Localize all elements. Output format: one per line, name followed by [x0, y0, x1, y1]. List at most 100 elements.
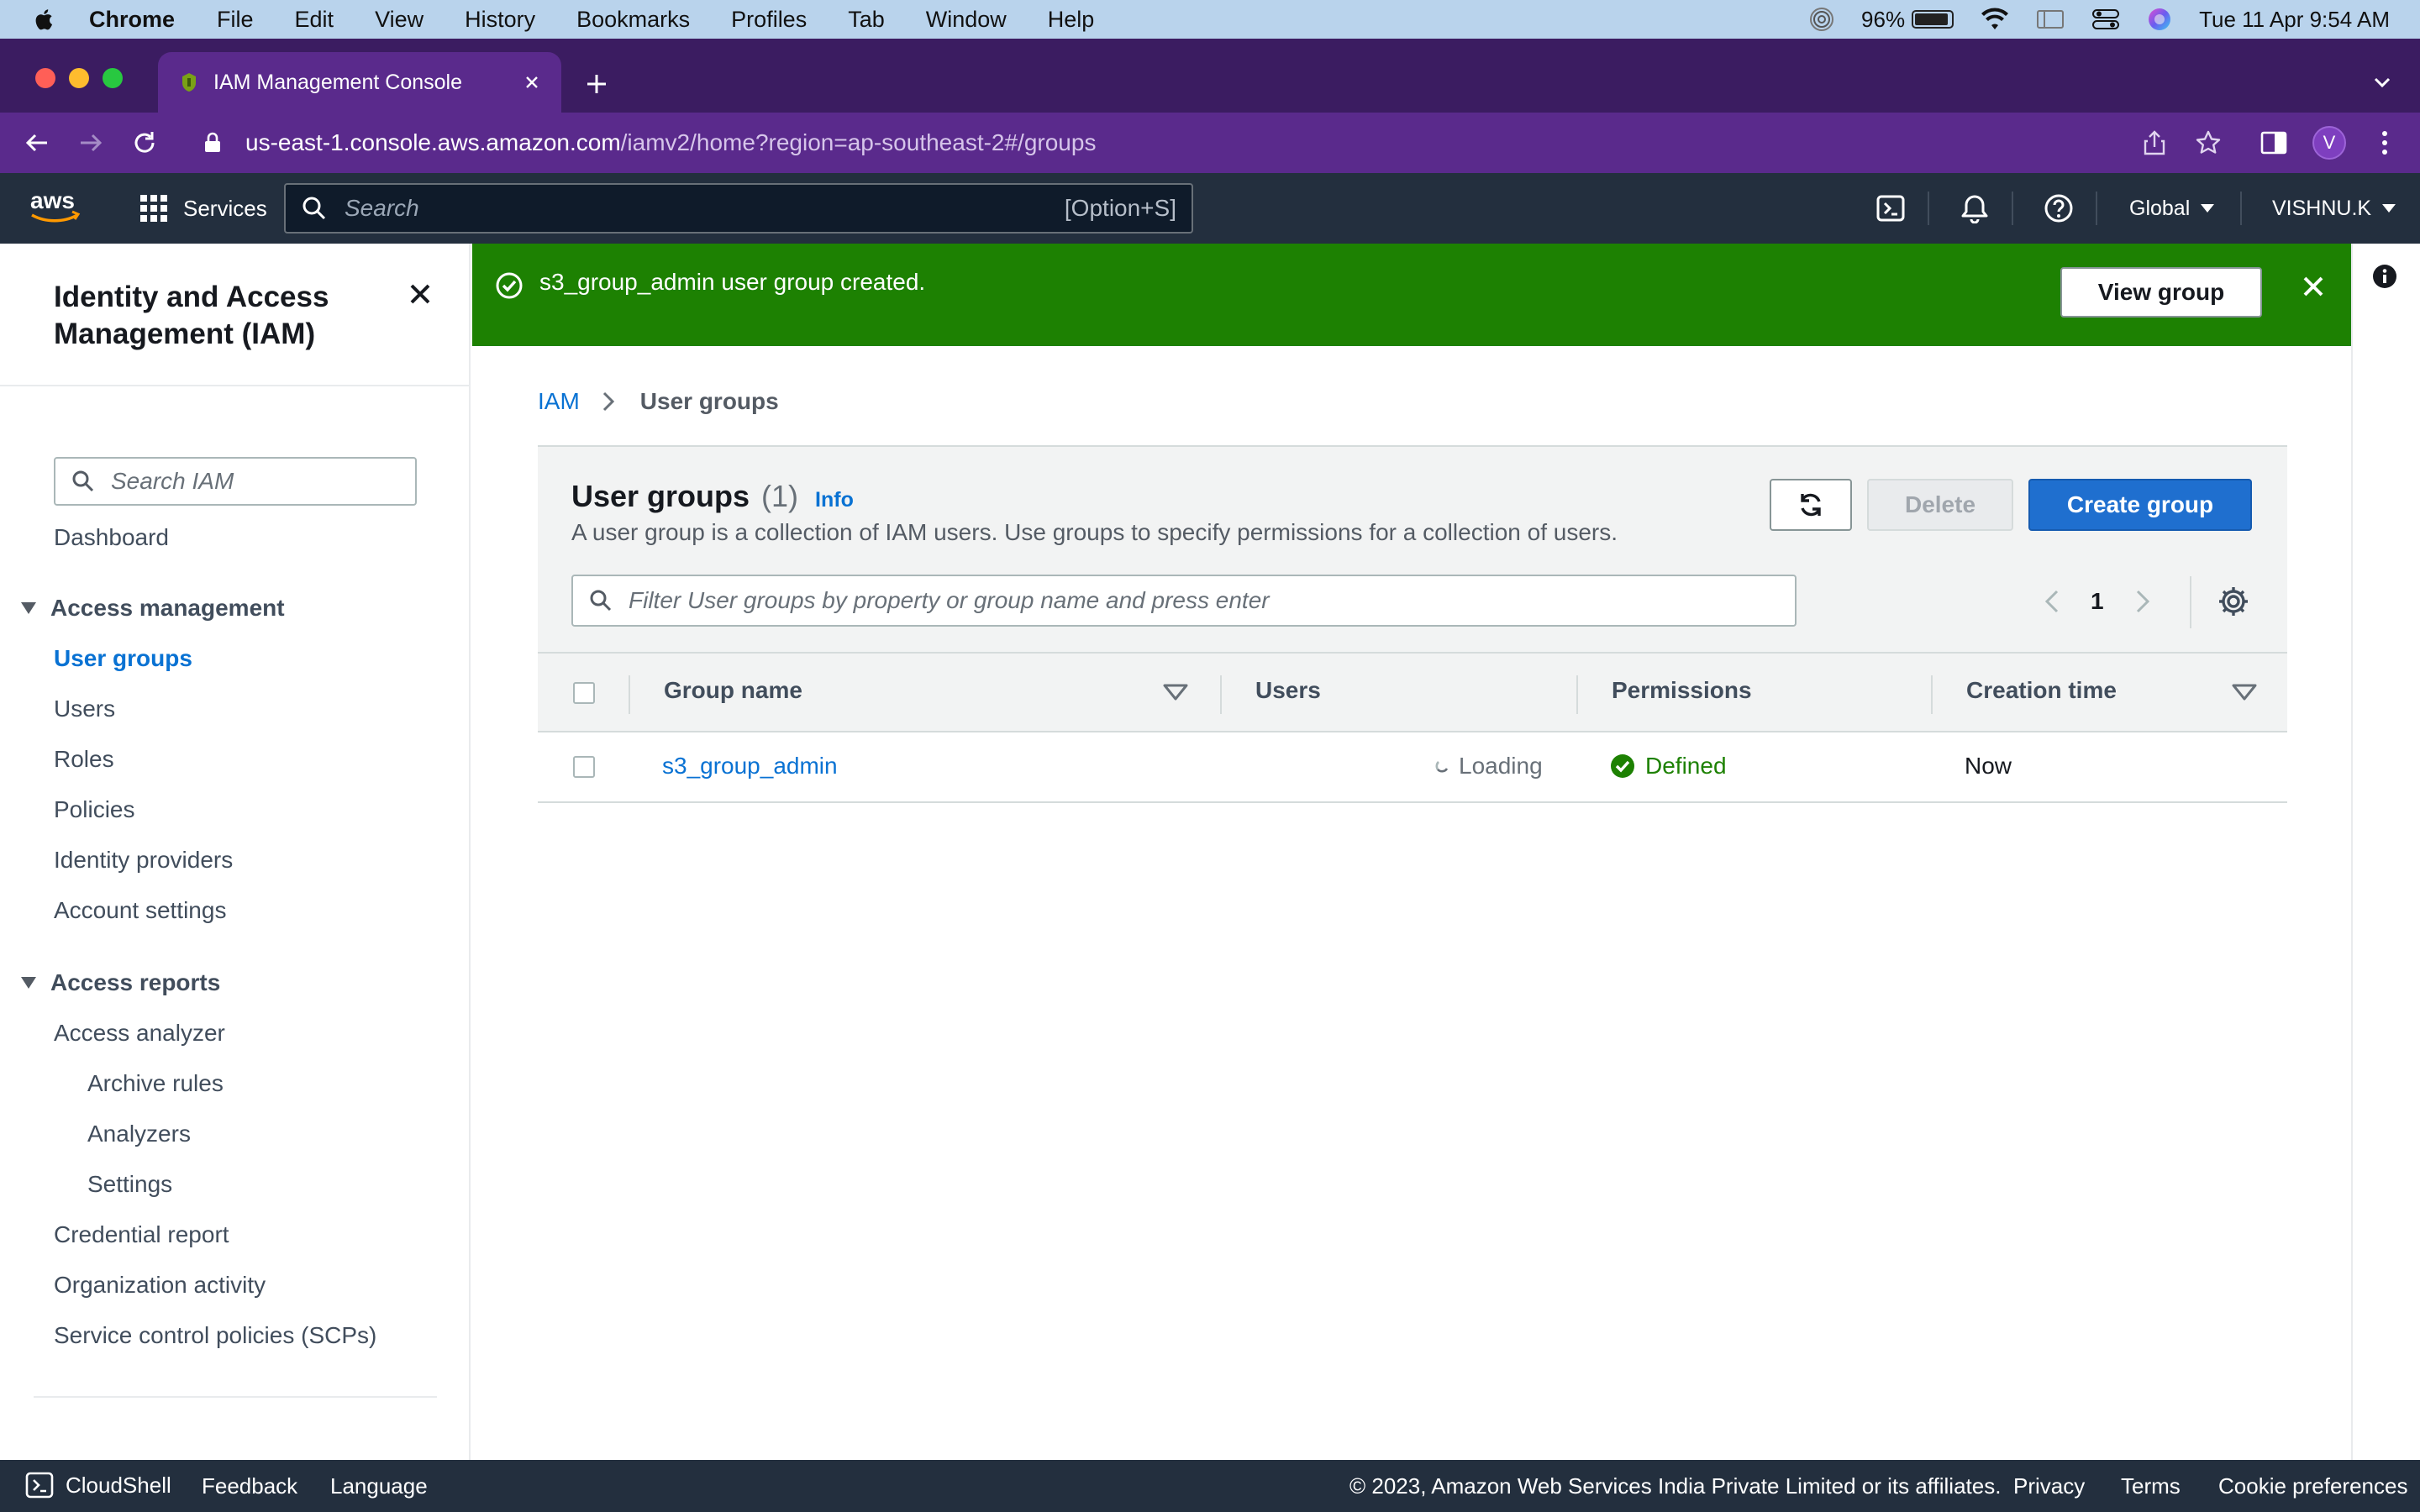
sidebar-item-analyzer-settings[interactable]: Settings: [87, 1171, 172, 1198]
notifications-bell-icon[interactable]: [1958, 192, 1991, 225]
back-button[interactable]: [22, 128, 52, 158]
apple-logo-icon[interactable]: [30, 5, 59, 34]
sidebar-item-dashboard[interactable]: Dashboard: [54, 524, 169, 551]
dismiss-icon[interactable]: [2301, 274, 2326, 299]
aws-favicon-icon: [180, 71, 198, 93]
sort-caret-icon[interactable]: [1163, 684, 1188, 701]
footer-terms[interactable]: Terms: [2121, 1473, 2181, 1499]
window-minimize-button[interactable]: [69, 68, 89, 88]
profile-avatar[interactable]: V: [2312, 126, 2346, 160]
menu-bookmarks[interactable]: Bookmarks: [576, 7, 690, 33]
sidebar-item-credential-report[interactable]: Credential report: [54, 1221, 229, 1248]
view-group-button[interactable]: View group: [2060, 267, 2262, 318]
tab-title: IAM Management Console: [213, 70, 462, 94]
region-selector[interactable]: Global: [2129, 192, 2215, 225]
battery-icon: [1912, 10, 1954, 29]
sidebar-item-user-groups[interactable]: User groups: [54, 645, 192, 672]
breadcrumb-iam[interactable]: IAM: [538, 388, 580, 415]
side-panel-icon[interactable]: [2259, 128, 2289, 158]
menu-help[interactable]: Help: [1048, 7, 1095, 33]
browser-tab-active[interactable]: IAM Management Console: [158, 52, 561, 113]
cloudshell-footer-button[interactable]: CloudShell: [25, 1471, 171, 1499]
menu-tab[interactable]: Tab: [848, 7, 885, 33]
column-header-permissions[interactable]: Permissions: [1612, 677, 1752, 704]
help-icon[interactable]: [2042, 192, 2075, 225]
sidebar-item-account-settings[interactable]: Account settings: [54, 897, 226, 924]
airdrop-icon[interactable]: [1809, 7, 1834, 32]
footer-feedback[interactable]: Feedback: [202, 1473, 297, 1499]
services-menu-button[interactable]: Services: [139, 190, 267, 227]
share-icon[interactable]: [2139, 128, 2170, 158]
sidebar-title[interactable]: Identity and Access Management (IAM): [54, 279, 390, 353]
sidebar-item-archive-rules[interactable]: Archive rules: [87, 1070, 224, 1097]
column-header-group-name[interactable]: Group name: [664, 677, 802, 704]
sidebar-item-access-analyzer[interactable]: Access analyzer: [54, 1020, 225, 1047]
users-loading-text: Loading: [1459, 753, 1543, 779]
permissions-status: Defined: [1645, 753, 1727, 779]
sidebar-item-analyzers[interactable]: Analyzers: [87, 1121, 191, 1147]
close-navigation-icon[interactable]: [407, 281, 434, 307]
bookmark-star-icon[interactable]: [2193, 128, 2223, 158]
url-text[interactable]: us-east-1.console.aws.amazon.com/iamv2/h…: [245, 129, 1096, 156]
select-all-checkbox[interactable]: [573, 682, 595, 704]
chevron-right-icon: [600, 390, 617, 413]
column-header-creation-time[interactable]: Creation time: [1966, 677, 2117, 704]
chevron-left-icon[interactable]: [2042, 587, 2062, 616]
current-page[interactable]: 1: [2091, 588, 2104, 615]
refresh-button[interactable]: [1770, 479, 1852, 531]
sidebar-item-scps[interactable]: Service control policies (SCPs): [54, 1322, 376, 1349]
sort-caret-icon[interactable]: [2232, 684, 2257, 701]
filter-groups-input[interactable]: Filter User groups by property or group …: [571, 575, 1797, 627]
row-checkbox[interactable]: [573, 756, 595, 778]
column-header-users[interactable]: Users: [1255, 677, 1321, 704]
menu-chrome[interactable]: Chrome: [89, 7, 175, 33]
menu-view[interactable]: View: [375, 7, 424, 33]
screen-mirroring-icon[interactable]: [2036, 8, 2065, 30]
sidebar-section-access-management[interactable]: Access management: [20, 595, 285, 622]
chevron-right-icon[interactable]: [2133, 587, 2153, 616]
menu-profiles[interactable]: Profiles: [731, 7, 807, 33]
menu-history[interactable]: History: [465, 7, 535, 33]
info-icon[interactable]: [2372, 264, 2397, 289]
siri-icon[interactable]: [2147, 7, 2172, 32]
account-menu[interactable]: VISHNU.K: [2272, 192, 2396, 225]
cloudshell-label: CloudShell: [66, 1472, 171, 1498]
window-close-button[interactable]: [35, 68, 55, 88]
group-name-link[interactable]: s3_group_admin: [662, 753, 838, 780]
tab-close-icon[interactable]: [519, 70, 544, 95]
sidebar-item-users[interactable]: Users: [54, 696, 115, 722]
kebab-menu-icon[interactable]: [2370, 128, 2400, 158]
footer-cookie-preferences[interactable]: Cookie preferences: [2218, 1473, 2407, 1499]
window-zoom-button[interactable]: [103, 68, 123, 88]
sidebar-section-access-reports[interactable]: Access reports: [20, 969, 220, 996]
lock-icon[interactable]: [203, 132, 222, 154]
delete-button[interactable]: Delete: [1867, 479, 2013, 531]
gear-icon[interactable]: [2217, 585, 2250, 618]
menu-edit[interactable]: Edit: [295, 7, 334, 33]
wifi-icon[interactable]: [1981, 8, 2009, 31]
sidebar-item-roles[interactable]: Roles: [54, 746, 114, 773]
footer-language[interactable]: Language: [330, 1473, 428, 1499]
control-center-icon[interactable]: [2091, 8, 2120, 31]
address-bar[interactable]: us-east-1.console.aws.amazon.com/iamv2/h…: [182, 118, 2114, 167]
tab-search-chevron-icon[interactable]: [2370, 72, 2395, 92]
menu-file[interactable]: File: [217, 7, 254, 33]
forward-button[interactable]: [76, 128, 106, 158]
url-host: us-east-1.console.aws.amazon.com: [245, 129, 621, 155]
footer-privacy[interactable]: Privacy: [2013, 1473, 2085, 1499]
aws-global-search[interactable]: Search [Option+S]: [284, 183, 1193, 234]
reload-button[interactable]: [129, 128, 160, 158]
menu-window[interactable]: Window: [926, 7, 1007, 33]
battery-status[interactable]: 96%: [1861, 7, 1954, 33]
menubar-clock[interactable]: Tue 11 Apr 9:54 AM: [2199, 7, 2390, 33]
aws-logo-icon[interactable]: aws: [29, 186, 82, 227]
sidebar-item-policies[interactable]: Policies: [54, 796, 134, 823]
sidebar-item-identity-providers[interactable]: Identity providers: [54, 847, 233, 874]
new-tab-button[interactable]: [580, 67, 613, 101]
sidebar-item-organization-activity[interactable]: Organization activity: [54, 1272, 266, 1299]
search-iam-input[interactable]: Search IAM: [54, 457, 417, 506]
aws-search-shortcut: [Option+S]: [1064, 195, 1176, 221]
cloudshell-icon[interactable]: [1874, 192, 1907, 225]
info-link[interactable]: Info: [815, 488, 854, 512]
create-group-button[interactable]: Create group: [2028, 479, 2252, 531]
